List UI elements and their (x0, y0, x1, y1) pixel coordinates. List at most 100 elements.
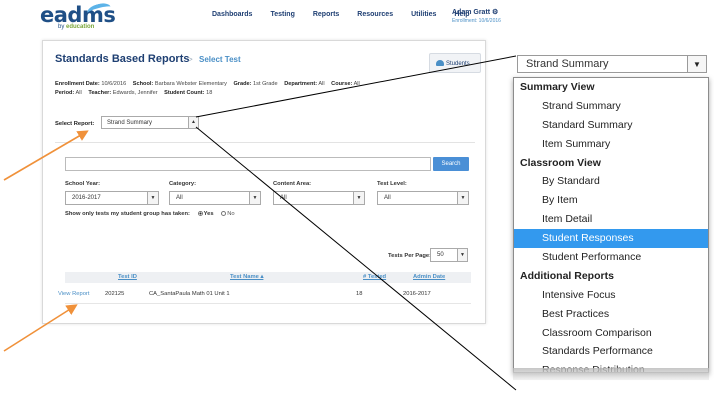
option-group-classroom-view: Classroom View (520, 156, 601, 169)
radio-yes[interactable] (197, 211, 203, 216)
school-year-label: School Year: (65, 181, 101, 187)
zoom-report-options: Summary View Strand Summary Standard Sum… (513, 77, 709, 373)
info-line-2: Period: All Teacher: Edwards, Jennifer S… (55, 90, 212, 96)
option-best-practices[interactable]: Best Practices (514, 305, 708, 324)
tests-per-page-label: Tests Per Page: (388, 253, 432, 259)
col-tested[interactable]: # Tested (363, 274, 386, 280)
option-classroom-comparison[interactable]: Classroom Comparison (514, 324, 708, 343)
cell-admin-date: 2016-2017 (403, 291, 431, 297)
category-select[interactable]: All ▼ (169, 191, 261, 205)
grade-value: 1st Grade (253, 81, 278, 87)
zoom-report-select-value: Strand Summary (526, 58, 609, 70)
logo-sub-brand: education (66, 24, 95, 30)
nav-dashboards[interactable]: Dashboards (212, 11, 252, 18)
option-by-standard[interactable]: By Standard (514, 172, 708, 191)
user-name[interactable]: Adam Gratt ⚙ (452, 8, 501, 16)
content-area-label: Content Area: (273, 181, 312, 187)
test-level-select[interactable]: All ▼ (377, 191, 469, 205)
option-by-item[interactable]: By Item (514, 191, 708, 210)
school-value: Barbara Webster Elementary (154, 81, 227, 87)
department-label: Department: (284, 81, 318, 87)
student-count-label: Student Count: (164, 90, 205, 96)
nav-testing[interactable]: Testing (270, 11, 294, 18)
zoom-report-select[interactable]: Strand Summary ▼ (517, 55, 707, 73)
option-item-summary[interactable]: Item Summary (514, 135, 708, 154)
top-nav: Dashboards Testing Reports Resources Uti… (212, 11, 488, 18)
nav-resources[interactable]: Resources (357, 11, 393, 18)
option-standard-summary[interactable]: Standard Summary (514, 116, 708, 135)
option-group-summary-view: Summary View (520, 81, 595, 93)
chevron-down-icon[interactable]: ▼ (457, 192, 468, 204)
school-label: School: (132, 81, 154, 87)
section-divider (55, 142, 475, 143)
option-item-detail[interactable]: Item Detail (514, 210, 708, 229)
page-title: Standards Based Reports (55, 53, 190, 65)
only-tests-label: Show only tests my student group has tak… (65, 211, 190, 217)
radio-yes-label[interactable]: Yes (204, 211, 214, 217)
logo-sub-prefix: by (58, 24, 65, 30)
course-label: Course: (331, 81, 353, 87)
option-group-additional-reports: Additional Reports (520, 269, 614, 282)
col-test-name[interactable]: Test Name ▴ (230, 274, 263, 280)
option-intensive-focus[interactable]: Intensive Focus (514, 286, 708, 305)
option-student-responses[interactable]: Student Responses (514, 229, 708, 249)
info-line-1: Enrollment Date: 10/6/2016 School: Barba… (55, 81, 360, 87)
radio-no-label[interactable]: No (227, 211, 234, 217)
enrollment-date-label: Enrollment Date: (55, 81, 100, 87)
col-test-id[interactable]: Test ID (118, 274, 137, 280)
tests-per-page-value: 50 (437, 252, 444, 258)
col-admin-date[interactable]: Admin Date (413, 274, 445, 280)
nav-reports[interactable]: Reports (313, 11, 339, 18)
only-tests-filter: Show only tests my student group has tak… (65, 211, 235, 217)
breadcrumb-separator: > (188, 55, 193, 64)
test-level-label: Test Level: (377, 181, 407, 187)
report-panel: Standards Based Reports > Select Test St… (42, 40, 486, 324)
app-header: eadms by education Dashboards Testing Re… (0, 0, 506, 36)
teacher-value: Edwards, Jennifer (112, 90, 158, 96)
chevron-down-icon[interactable]: ▼ (457, 249, 467, 261)
option-standards-performance[interactable]: Standards Performance (514, 342, 708, 361)
logo-subtitle: by education (58, 24, 94, 30)
student-count-value: 18 (206, 90, 213, 96)
people-icon (436, 60, 444, 66)
content-area-select[interactable]: All ▼ (273, 191, 365, 205)
cell-test-id: 202125 (105, 291, 125, 297)
radio-no[interactable] (221, 211, 227, 216)
school-year-select[interactable]: 2016-2017 ▼ (65, 191, 159, 205)
content-area-value: All (280, 195, 287, 201)
students-button[interactable]: Students (429, 53, 481, 73)
nav-utilities[interactable]: Utilities (411, 11, 436, 18)
category-label: Category: (169, 181, 197, 187)
category-value: All (176, 195, 183, 201)
view-report-link[interactable]: View Report (58, 291, 89, 297)
chevron-down-icon[interactable]: ▼ (687, 55, 707, 73)
tests-per-page-select[interactable]: 50 ▼ (430, 248, 468, 262)
school-year-value: 2016-2017 (72, 195, 101, 201)
user-menu[interactable]: Adam Gratt ⚙ Enrollment: 10/6/2016 (452, 8, 501, 24)
chevron-down-icon[interactable]: ▼ (353, 192, 364, 204)
students-button-label: Students (446, 61, 470, 67)
course-value: All (353, 81, 360, 87)
enrollment-date-value: 10/6/2016 (101, 81, 127, 87)
select-report-dropdown[interactable]: Strand Summary ▲ (101, 116, 199, 129)
select-report-label: Select Report: (55, 121, 95, 127)
zoom-fade (513, 368, 709, 380)
chevron-down-icon[interactable]: ▼ (249, 192, 260, 204)
search-button[interactable]: Search (433, 157, 469, 171)
test-level-value: All (384, 195, 391, 201)
department-value: All (318, 81, 325, 87)
cell-tested: 18 (356, 291, 363, 297)
teacher-label: Teacher: (88, 90, 112, 96)
chevron-down-icon[interactable]: ▼ (147, 192, 158, 204)
period-label: Period: (55, 90, 75, 96)
breadcrumb-current: Select Test (199, 55, 241, 64)
user-enrollment: Enrollment: 10/6/2016 (452, 18, 501, 24)
option-student-performance[interactable]: Student Performance (514, 248, 708, 267)
table-row-divider (65, 303, 471, 304)
search-input[interactable] (65, 157, 431, 171)
chevron-down-icon[interactable]: ▲ (188, 117, 198, 128)
period-value: All (75, 90, 82, 96)
cell-test-name: CA_SantaPaula Math 01 Unit 1 (149, 291, 230, 297)
option-strand-summary[interactable]: Strand Summary (514, 97, 708, 116)
select-report-value: Strand Summary (107, 120, 153, 126)
